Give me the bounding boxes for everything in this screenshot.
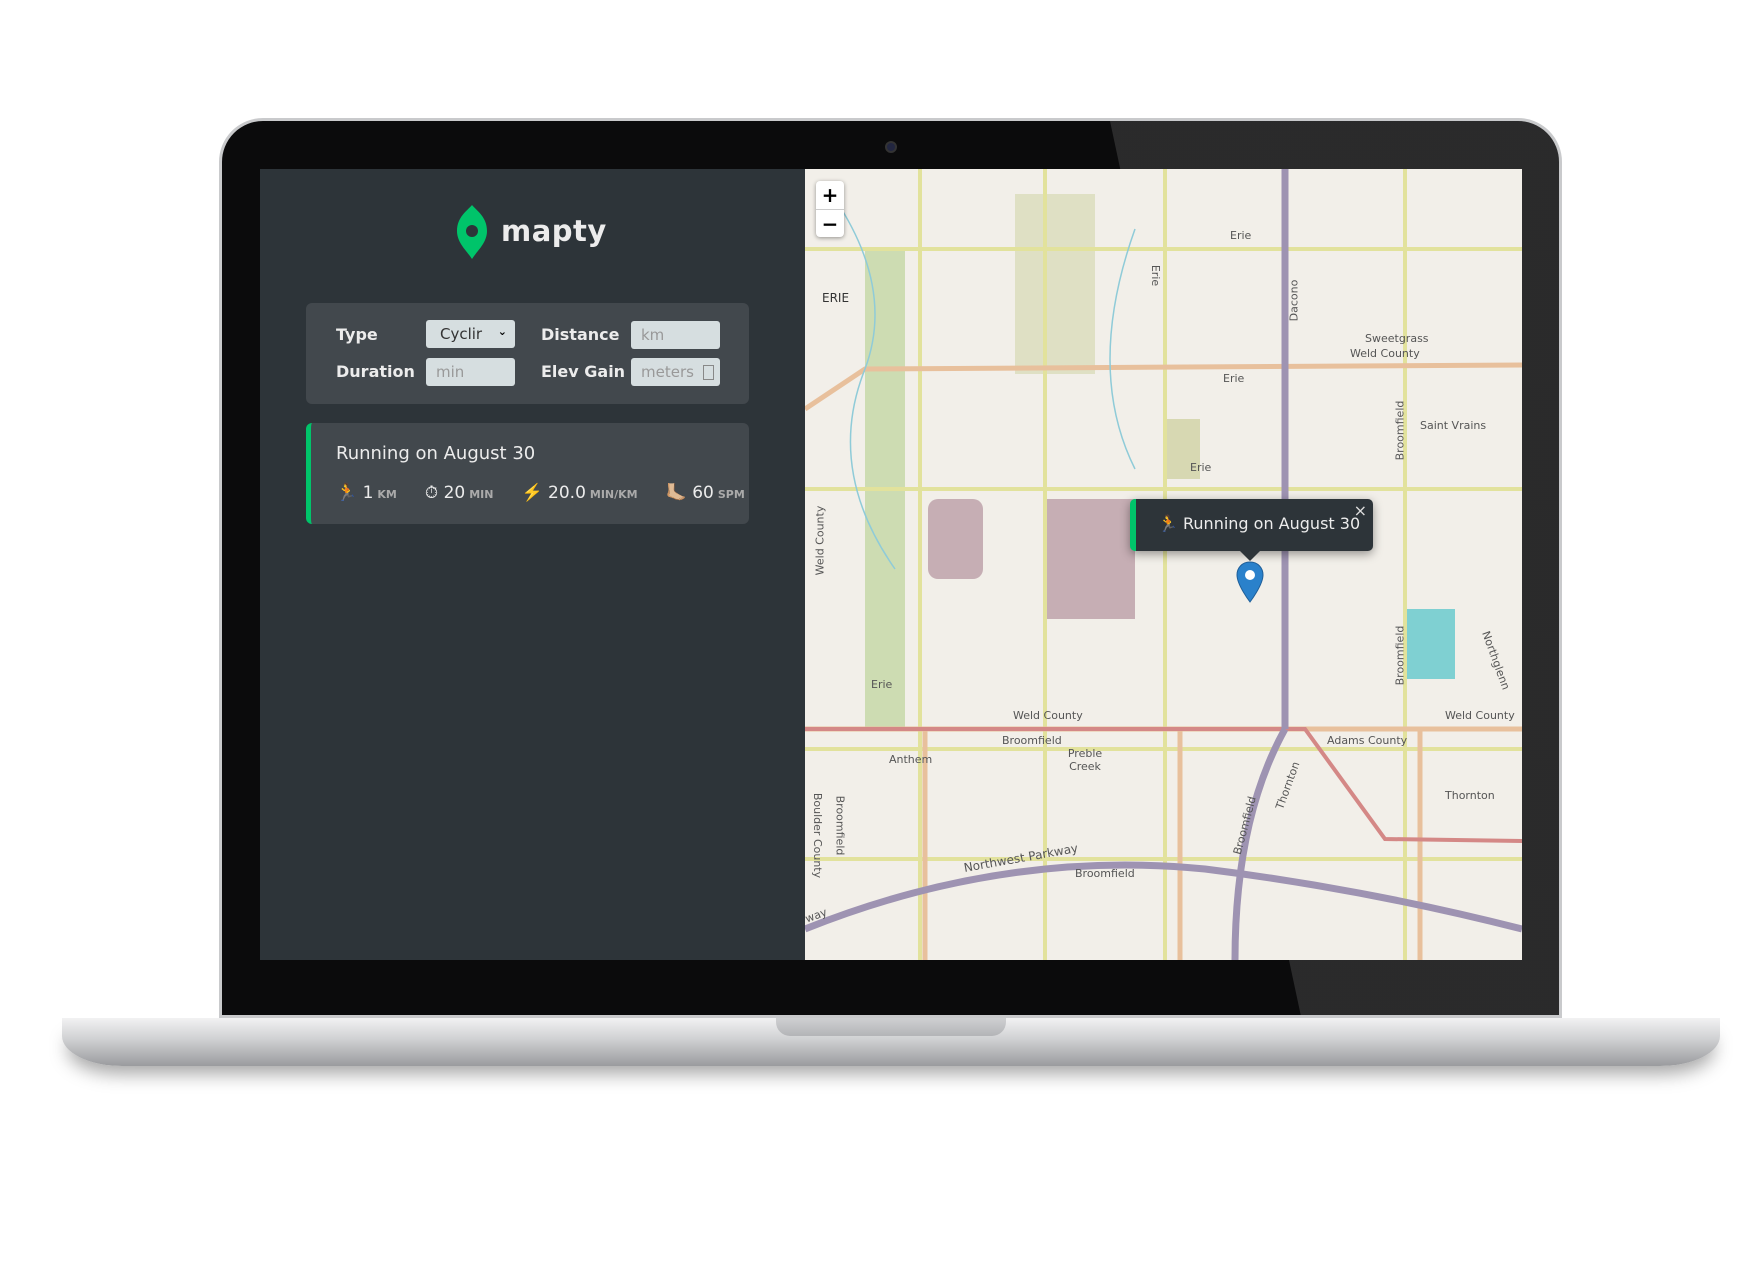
detail-value: 1 <box>362 483 374 503</box>
map-label: Broomfield <box>1075 867 1135 880</box>
detail-value: 20 <box>443 483 466 503</box>
map-label: Erie <box>1223 372 1245 385</box>
laptop-base <box>62 1018 1720 1066</box>
map-label: Weld County <box>1013 709 1083 722</box>
map-label: Weld County <box>813 505 827 576</box>
zoom-in-button[interactable]: + <box>816 181 844 209</box>
detail-duration: ⏱ 20 MIN <box>425 483 494 503</box>
distance-label: Distance <box>541 325 620 344</box>
map-label: Saint Vrains <box>1420 419 1487 432</box>
workout-details: 🏃 1 KM ⏱ 20 MIN ⚡️ 20.0 MIN/KM 🦶🏼 60 SPM <box>336 483 745 503</box>
sidebar: mapty Type Cyclir ⌄ Distance km Duration … <box>260 169 805 960</box>
detail-unit: KM <box>377 488 397 501</box>
zoom-control: + − <box>816 181 844 237</box>
elev-gain-input[interactable]: meters <box>631 358 720 386</box>
stopwatch-icon: ⏱ <box>424 483 439 503</box>
map-tiles <box>805 169 1522 960</box>
chevron-down-icon: ⌄ <box>497 325 507 338</box>
detail-cadence: 🦶🏼 60 SPM <box>666 483 745 503</box>
detail-value: 60 <box>692 483 714 503</box>
popup-close-button[interactable]: × <box>1354 501 1367 520</box>
detail-pace: ⚡️ 20.0 MIN/KM <box>521 483 637 503</box>
detail-distance: 🏃 1 KM <box>336 483 397 503</box>
type-select[interactable]: Cyclir ⌄ <box>426 320 515 348</box>
map-label: Erie <box>1190 461 1212 474</box>
map-label: Dacono <box>1287 279 1301 322</box>
map-label: Broomfield <box>1393 625 1407 686</box>
map-label: Erie <box>1230 229 1252 242</box>
duration-input[interactable]: min <box>426 358 515 386</box>
map-label: Weld County <box>1445 709 1515 722</box>
map-label: Broomfield <box>833 795 847 856</box>
type-label: Type <box>336 325 378 344</box>
detail-unit: MIN/KM <box>589 488 638 501</box>
map-label: Sweetgrass <box>1365 332 1429 345</box>
map-label: Weld County <box>1350 347 1420 360</box>
map-label: Thornton <box>1445 789 1495 802</box>
map-label: Anthem <box>889 753 933 766</box>
map-label: Preble Creek <box>1067 747 1103 773</box>
map-label: ERIE <box>822 291 850 305</box>
type-select-value: Cyclir <box>440 325 483 343</box>
map-pin-logo-icon <box>457 205 487 259</box>
map-label: Broomfield <box>1002 734 1062 747</box>
map[interactable]: ERIE Erie Erie Erie Erie Erie Dacono Swe… <box>805 169 1522 960</box>
map-label: Erie <box>1149 264 1163 287</box>
workout-title: Running on August 30 <box>336 443 536 464</box>
duration-label: Duration <box>336 362 415 381</box>
map-marker-icon[interactable] <box>1236 561 1264 603</box>
detail-unit: SPM <box>717 488 745 501</box>
logo: mapty <box>455 203 607 259</box>
popup-text: Running on August 30 <box>1183 514 1361 533</box>
detail-unit: MIN <box>469 488 494 501</box>
running-icon: 🏃 <box>336 483 358 503</box>
workout-card[interactable]: Running on August 30 🏃 1 KM ⏱ 20 MIN ⚡️ 20… <box>306 423 749 524</box>
detail-value: 20.0 <box>548 483 586 503</box>
map-label: Boulder County <box>811 792 825 879</box>
workout-form: Type Cyclir ⌄ Distance km Duration min El… <box>306 303 749 404</box>
zoom-out-button[interactable]: − <box>816 209 844 237</box>
map-label: Adams County <box>1327 734 1408 747</box>
webcam <box>885 141 897 153</box>
foot-icon: 🦶🏼 <box>665 483 687 503</box>
spinner-icon <box>703 365 714 380</box>
elev-gain-placeholder: meters <box>641 363 694 381</box>
elev-gain-label: Elev Gain <box>541 362 626 381</box>
distance-input[interactable]: km <box>631 321 720 349</box>
app-screen: mapty Type Cyclir ⌄ Distance km Duration … <box>260 169 1522 960</box>
workout-popup[interactable]: 🏃 Running on August 30 × <box>1130 499 1373 561</box>
map-label: Erie <box>871 678 893 691</box>
lightning-icon: ⚡️ <box>521 483 543 503</box>
running-icon: 🏃 <box>1158 514 1178 533</box>
map-label: Broomfield <box>1393 400 1407 461</box>
logo-text: mapty <box>501 214 607 248</box>
